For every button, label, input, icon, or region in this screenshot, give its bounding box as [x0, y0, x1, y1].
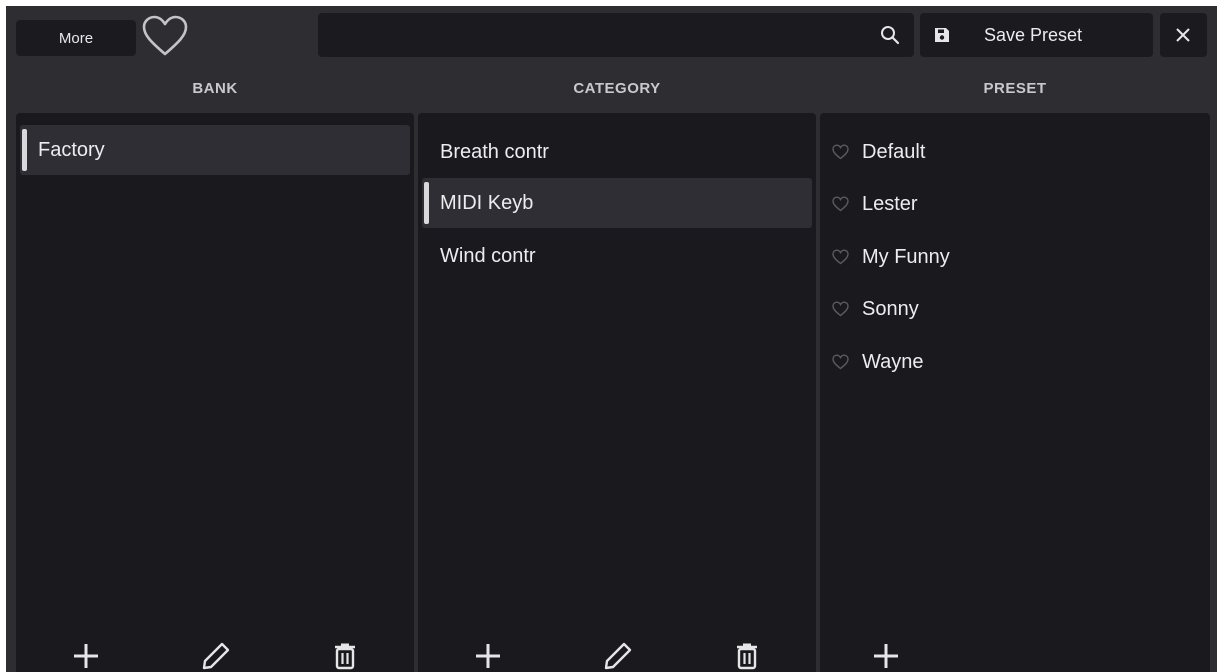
- favorites-filter-toggle[interactable]: [141, 14, 189, 58]
- close-button[interactable]: [1160, 13, 1207, 57]
- selection-indicator: [22, 129, 27, 171]
- preset-item-label: Default: [862, 141, 926, 163]
- preset-item[interactable]: Default: [820, 127, 1210, 177]
- bank-item-label: Factory: [38, 139, 105, 161]
- preset-item-label: Wayne: [862, 351, 924, 373]
- save-preset-label: Save Preset: [984, 25, 1083, 45]
- heart-outline-icon[interactable]: [832, 354, 849, 370]
- category-item-selected[interactable]: MIDI Keyb: [422, 178, 812, 228]
- category-item-label: MIDI Keyb: [440, 192, 534, 214]
- plus-icon[interactable]: [71, 641, 101, 671]
- plus-icon[interactable]: [871, 641, 901, 671]
- preset-panel: Default Lester My Funny Sonny Wayne: [820, 113, 1210, 672]
- preset-item-label: Sonny: [862, 298, 919, 320]
- trash-icon[interactable]: [330, 641, 360, 671]
- category-item[interactable]: Wind contr: [422, 231, 812, 281]
- search-input[interactable]: [330, 13, 854, 59]
- trash-icon[interactable]: [732, 641, 762, 671]
- preset-browser: More Save Preset BANK CATEGORY PRESET Fa…: [6, 6, 1217, 672]
- category-item[interactable]: Breath contr: [422, 127, 812, 177]
- preset-item-label: My Funny: [862, 246, 950, 268]
- category-header: CATEGORY: [573, 80, 661, 97]
- preset-item[interactable]: My Funny: [820, 232, 1210, 282]
- close-icon: [1176, 28, 1190, 42]
- bank-item-factory[interactable]: Factory: [20, 125, 410, 175]
- preset-item[interactable]: Wayne: [820, 337, 1210, 387]
- heart-outline-icon[interactable]: [832, 249, 849, 265]
- pencil-icon[interactable]: [603, 641, 633, 671]
- bank-panel: Factory: [16, 113, 414, 672]
- selection-indicator: [424, 182, 429, 224]
- bank-header: BANK: [192, 80, 238, 97]
- plus-icon[interactable]: [473, 641, 503, 671]
- pencil-icon[interactable]: [201, 641, 231, 671]
- search-box[interactable]: [318, 13, 914, 59]
- preset-item[interactable]: Sonny: [820, 284, 1210, 334]
- heart-outline-icon[interactable]: [832, 196, 849, 212]
- heart-outline-icon: [142, 15, 188, 56]
- more-button[interactable]: More: [16, 20, 136, 56]
- preset-header: PRESET: [983, 80, 1047, 97]
- search-icon[interactable]: [880, 25, 900, 45]
- category-item-label: Breath contr: [440, 141, 549, 163]
- preset-item-label: Lester: [862, 193, 918, 215]
- preset-item[interactable]: Lester: [820, 179, 1210, 229]
- save-preset-button[interactable]: Save Preset: [920, 13, 1153, 57]
- category-item-label: Wind contr: [440, 245, 536, 267]
- heart-outline-icon[interactable]: [832, 301, 849, 317]
- heart-outline-icon[interactable]: [832, 144, 849, 160]
- category-panel: Breath contr MIDI Keyb Wind contr: [418, 113, 816, 672]
- floppy-disk-icon: [935, 28, 949, 42]
